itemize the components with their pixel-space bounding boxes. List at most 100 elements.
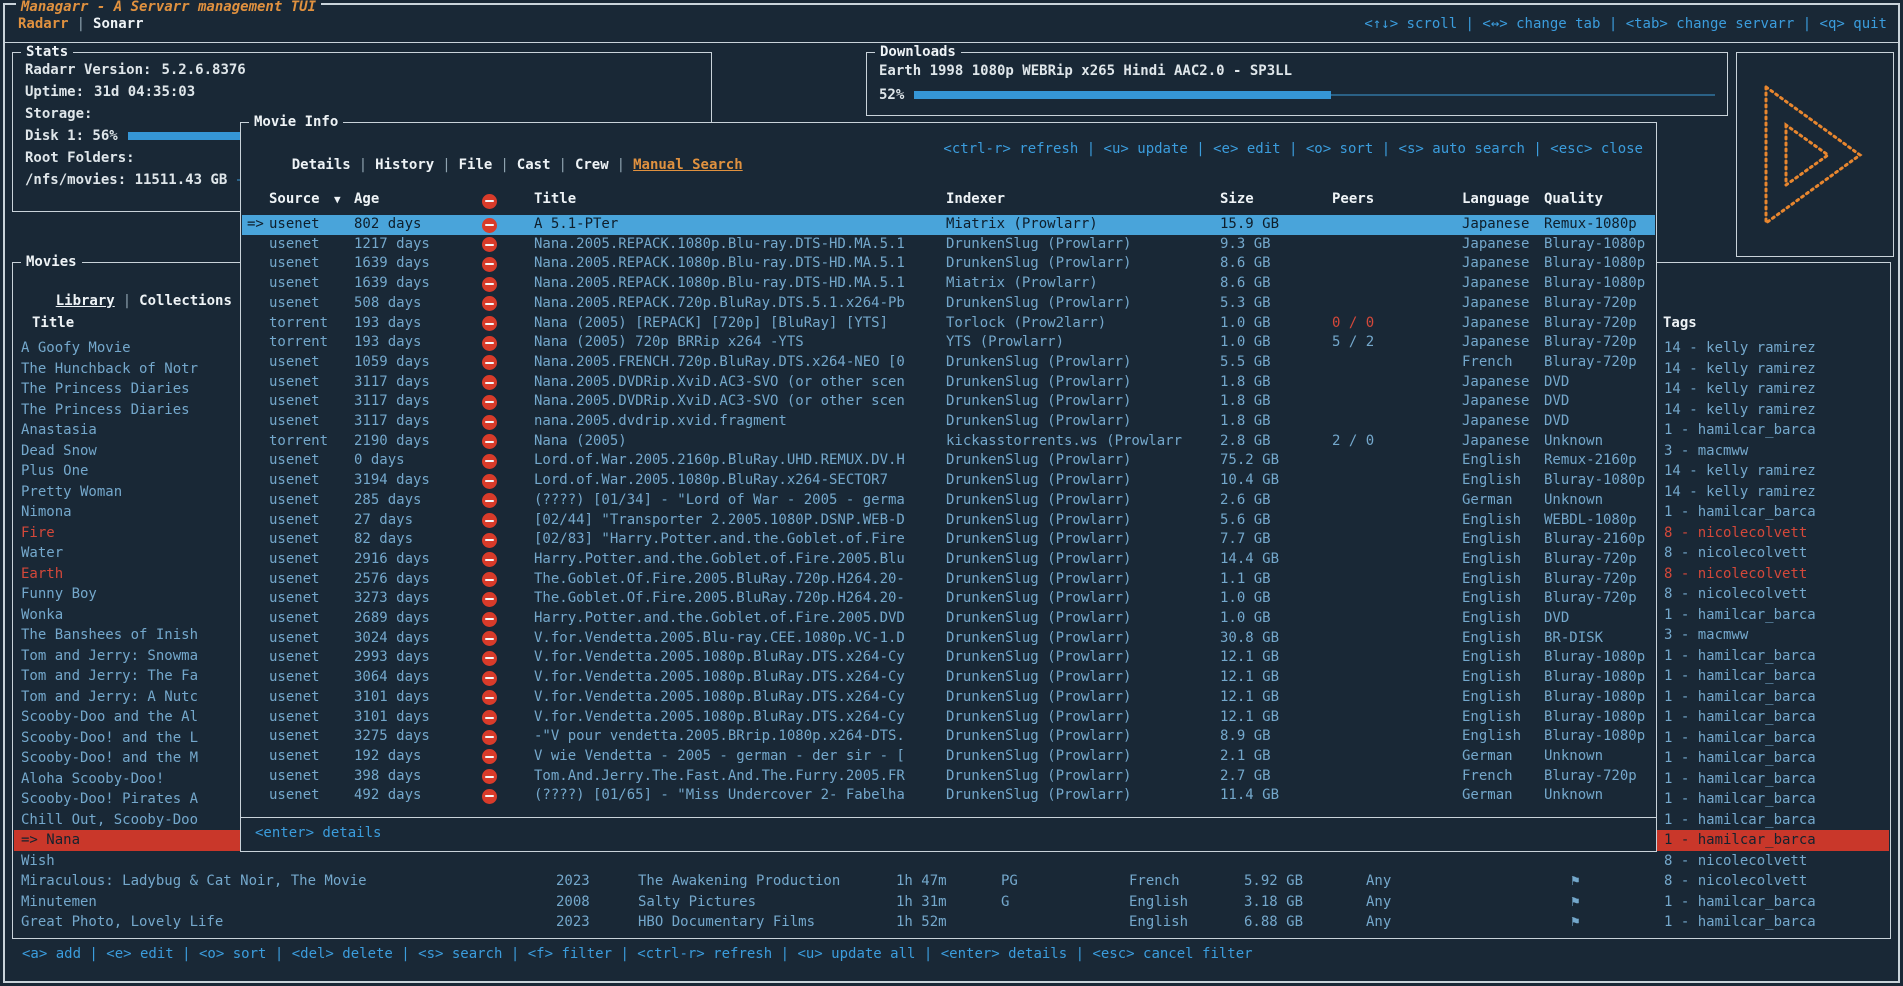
- release-row[interactable]: usenet192 daysV wie Vendetta - 2005 - ge…: [242, 747, 1655, 767]
- release-row[interactable]: torrent2190 daysNana (2005)kickasstorren…: [242, 432, 1655, 452]
- tab-library[interactable]: Library: [56, 293, 115, 309]
- tab-sonarr[interactable]: Sonarr: [93, 16, 144, 32]
- movie-row[interactable]: Wish8 - nicolecolvett: [14, 851, 1889, 872]
- downloads-panel: Downloads Earth 1998 1080p WEBRip x265 H…: [866, 52, 1728, 116]
- age-column-header[interactable]: Age: [354, 191, 379, 207]
- release-row[interactable]: torrent193 daysNana (2005) 720p BRRip x2…: [242, 333, 1655, 353]
- movie-title-cell: Scooby-Doo! and the M: [21, 748, 198, 769]
- release-source-cell: usenet: [269, 629, 320, 649]
- source-column-header[interactable]: Source: [269, 191, 320, 207]
- release-row[interactable]: usenet0 daysLord.of.War.2005.2160p.BluRa…: [242, 451, 1655, 471]
- release-row[interactable]: usenet2916 daysHarry.Potter.and.the.Gobl…: [242, 550, 1655, 570]
- release-row[interactable]: usenet3101 daysV.for.Vendetta.2005.1080p…: [242, 708, 1655, 728]
- release-row[interactable]: usenet1639 daysNana.2005.REPACK.1080p.Bl…: [242, 254, 1655, 274]
- release-age-cell: 3101 days: [354, 688, 430, 708]
- release-title-cell: Harry.Potter.and.the.Goblet.of.Fire.2005…: [534, 609, 905, 629]
- app-title: Managarr - A Servarr management TUI: [16, 0, 321, 16]
- servarr-tab-bar: Radarr|Sonarr: [18, 16, 144, 32]
- release-row[interactable]: usenet3117 daysNana.2005.DVDRip.XviD.AC3…: [242, 373, 1655, 393]
- release-row[interactable]: usenet2689 daysHarry.Potter.and.the.Gobl…: [242, 609, 1655, 629]
- movie-row[interactable]: Miraculous: Ladybug & Cat Noir, The Movi…: [14, 871, 1889, 892]
- release-size-cell: 30.8 GB: [1220, 629, 1279, 649]
- release-title-cell: Nana.2005.REPACK.1080p.Blu-ray.DTS-HD.MA…: [534, 235, 905, 255]
- tab-cast[interactable]: Cast: [517, 157, 551, 173]
- release-row[interactable]: usenet398 daysTom.And.Jerry.The.Fast.And…: [242, 767, 1655, 787]
- release-source-cell: usenet: [269, 353, 320, 373]
- movie-title-cell: The Princess Diaries: [21, 379, 190, 400]
- tab-history[interactable]: History: [375, 157, 434, 173]
- release-size-cell: 9.3 GB: [1220, 235, 1271, 255]
- release-row[interactable]: usenet3024 daysV.for.Vendetta.2005.Blu-r…: [242, 629, 1655, 649]
- movie-rating-cell: PG: [1001, 871, 1018, 892]
- tab-file[interactable]: File: [459, 157, 493, 173]
- no-entry-icon: [482, 493, 497, 508]
- title-column-header[interactable]: Title: [534, 191, 576, 207]
- movie-title-cell: Wish: [21, 851, 55, 872]
- release-source-cell: usenet: [269, 550, 320, 570]
- release-row[interactable]: =>usenet802 daysA 5.1-PTerMiatrix (Prowl…: [242, 215, 1655, 235]
- movie-tags-cell: 1 - hamilcar_barca: [1664, 687, 1816, 708]
- release-row[interactable]: usenet3273 daysThe.Goblet.Of.Fire.2005.B…: [242, 589, 1655, 609]
- release-row[interactable]: usenet508 daysNana.2005.REPACK.720p.BluR…: [242, 294, 1655, 314]
- tab-details[interactable]: Details: [292, 157, 351, 173]
- movie-title-cell: Anastasia: [21, 420, 97, 441]
- peers-column-header[interactable]: Peers: [1332, 191, 1374, 207]
- movie-tags-cell: 1 - hamilcar_barca: [1664, 605, 1816, 626]
- release-language-cell: English: [1462, 688, 1521, 708]
- indexer-column-header[interactable]: Indexer: [946, 191, 1005, 207]
- release-row[interactable]: usenet2576 daysThe.Goblet.Of.Fire.2005.B…: [242, 570, 1655, 590]
- movie-studio-cell: HBO Documentary Films: [638, 912, 815, 933]
- movie-tags-cell: 1 - hamilcar_barca: [1664, 420, 1816, 441]
- release-quality-cell: Bluray-720p: [1544, 570, 1637, 590]
- disk-usage-label: Disk 1: 56%: [25, 128, 118, 144]
- release-row[interactable]: usenet492 days(????) [01/65] - "Miss Und…: [242, 786, 1655, 806]
- release-row[interactable]: torrent193 daysNana (2005) [REPACK] [720…: [242, 314, 1655, 334]
- movie-tags-cell: 14 - kelly ramirez: [1664, 359, 1816, 380]
- release-row[interactable]: usenet3194 daysLord.of.War.2005.1080p.Bl…: [242, 471, 1655, 491]
- release-size-cell: 12.1 GB: [1220, 668, 1279, 688]
- release-quality-cell: Bluray-1080p: [1544, 688, 1645, 708]
- release-indexer-cell: DrunkenSlug (Prowlarr): [946, 254, 1131, 274]
- tab-radarr[interactable]: Radarr: [18, 16, 69, 32]
- no-entry-icon: [482, 375, 497, 390]
- downloads-panel-title: Downloads: [875, 43, 961, 61]
- release-indexer-cell: DrunkenSlug (Prowlarr): [946, 530, 1131, 550]
- release-row[interactable]: usenet1639 daysNana.2005.REPACK.1080p.Bl…: [242, 274, 1655, 294]
- release-row[interactable]: usenet3117 daysNana.2005.DVDRip.XviD.AC3…: [242, 392, 1655, 412]
- movies-panel-title: Movies: [21, 253, 82, 271]
- monitored-flag-icon: ⚑: [1571, 871, 1579, 892]
- release-source-cell: usenet: [269, 609, 320, 629]
- release-quality-cell: Remux-1080p: [1544, 215, 1637, 235]
- release-age-cell: 3273 days: [354, 589, 430, 609]
- release-indexer-cell: DrunkenSlug (Prowlarr): [946, 786, 1131, 806]
- quality-column-header[interactable]: Quality: [1544, 191, 1603, 207]
- release-row[interactable]: usenet82 days[02/83] "Harry.Potter.and.t…: [242, 530, 1655, 550]
- release-row[interactable]: usenet3117 daysnana.2005.dvdrip.xvid.fra…: [242, 412, 1655, 432]
- movie-row[interactable]: Great Photo, Lovely Life2023HBO Document…: [14, 912, 1889, 933]
- tab-collections[interactable]: Collections: [139, 293, 232, 309]
- release-row[interactable]: usenet285 days(????) [01/34] - "Lord of …: [242, 491, 1655, 511]
- release-row[interactable]: usenet1059 daysNana.2005.FRENCH.720p.Blu…: [242, 353, 1655, 373]
- movie-profile-cell: Any: [1366, 871, 1391, 892]
- movie-tags-cell: 1 - hamilcar_barca: [1664, 912, 1816, 933]
- release-row[interactable]: usenet3101 daysV.for.Vendetta.2005.1080p…: [242, 688, 1655, 708]
- size-column-header[interactable]: Size: [1220, 191, 1254, 207]
- movie-row[interactable]: Minutemen2008Salty Pictures1h 31mGEnglis…: [14, 892, 1889, 913]
- tab-crew[interactable]: Crew: [575, 157, 609, 173]
- stats-panel-title: Stats: [21, 43, 73, 61]
- release-source-cell: torrent: [269, 432, 328, 452]
- release-row[interactable]: usenet2993 daysV.for.Vendetta.2005.1080p…: [242, 648, 1655, 668]
- movie-tags-cell: 14 - kelly ramirez: [1664, 338, 1816, 359]
- movie-tags-cell: 14 - kelly ramirez: [1664, 482, 1816, 503]
- release-title-cell: [02/83] "Harry.Potter.and.the.Goblet.of.…: [534, 530, 905, 550]
- release-language-cell: English: [1462, 609, 1521, 629]
- release-row[interactable]: usenet27 days[02/44] "Transporter 2.2005…: [242, 511, 1655, 531]
- release-age-cell: 3101 days: [354, 708, 430, 728]
- tab-manual-search[interactable]: Manual Search: [633, 157, 743, 173]
- language-column-header[interactable]: Language: [1462, 191, 1529, 207]
- release-size-cell: 2.7 GB: [1220, 767, 1271, 787]
- release-row[interactable]: usenet3275 days-"V pour vendetta.2005.BR…: [242, 727, 1655, 747]
- release-row[interactable]: usenet1217 daysNana.2005.REPACK.1080p.Bl…: [242, 235, 1655, 255]
- release-row[interactable]: usenet3064 daysV.for.Vendetta.2005.1080p…: [242, 668, 1655, 688]
- release-age-cell: 508 days: [354, 294, 421, 314]
